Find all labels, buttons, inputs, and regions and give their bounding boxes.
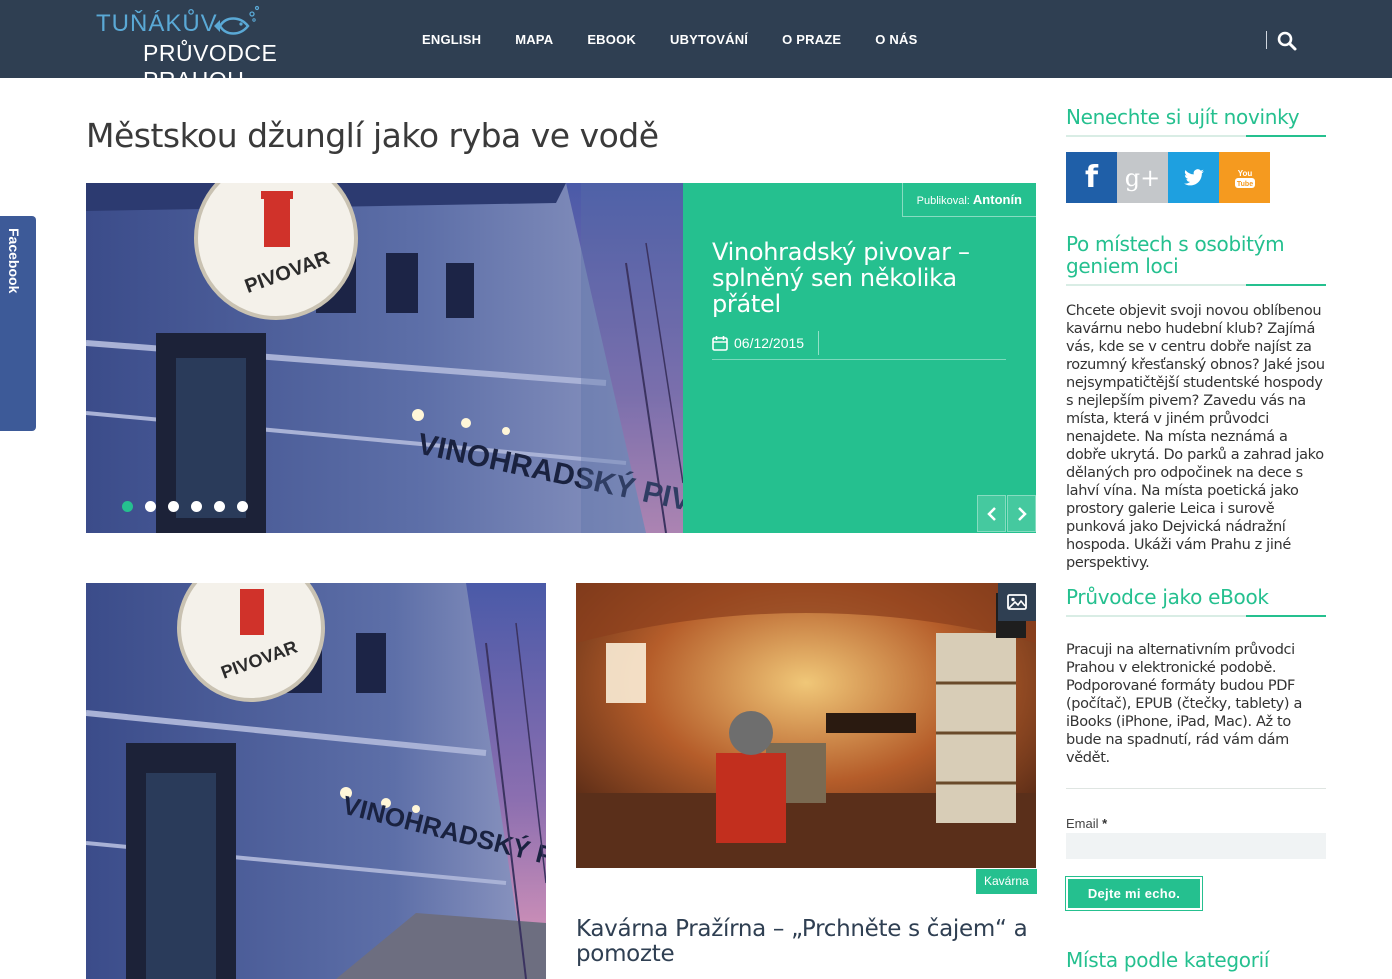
sidebar-divider bbox=[1066, 788, 1326, 789]
facebook-side-tab[interactable]: Facebook bbox=[0, 216, 36, 431]
calendar-icon bbox=[712, 336, 728, 351]
slide-divider bbox=[712, 359, 1006, 360]
nav-item-ubytovani[interactable]: UBYTOVÁNÍ bbox=[670, 28, 748, 52]
search-button[interactable] bbox=[1276, 30, 1298, 52]
slider-dot-2[interactable] bbox=[145, 501, 156, 512]
post-card-prazirna[interactable] bbox=[576, 583, 1036, 868]
nav-item-o-praze[interactable]: O PRAZE bbox=[782, 28, 841, 52]
youtube-icon-text-bottom: Tube bbox=[1236, 181, 1252, 188]
required-mark: * bbox=[1102, 816, 1108, 831]
sidebar-heading-news: Nenechte si ujít novinky bbox=[1066, 105, 1300, 129]
slider-next-button[interactable] bbox=[1007, 495, 1036, 532]
sidebar-heading-underline bbox=[1066, 615, 1326, 617]
slider-dot-6[interactable] bbox=[237, 501, 248, 512]
slide-caption-panel: Publikoval: Antonín Vinohradský pivovar … bbox=[683, 183, 1036, 533]
sidebar-heading-genius-loci: Po místech s osobitým geniem loci bbox=[1066, 232, 1285, 278]
slider-dots bbox=[122, 501, 260, 512]
youtube-icon-text-top: You bbox=[1237, 169, 1252, 178]
chevron-left-icon bbox=[986, 506, 996, 521]
sidebar-heading-underline bbox=[1066, 135, 1326, 137]
logo-text-bottom: PRŮVODCE PRAHOU bbox=[143, 40, 278, 93]
twitter-icon bbox=[1183, 168, 1204, 185]
chevron-right-icon bbox=[1017, 506, 1027, 521]
google-plus-icon: g+ bbox=[1124, 163, 1161, 192]
slide-date-text: 06/12/2015 bbox=[734, 335, 805, 351]
image-icon bbox=[1007, 594, 1027, 610]
youtube-button[interactable]: You Tube bbox=[1219, 152, 1270, 203]
facebook-icon: f bbox=[1084, 160, 1099, 195]
subscribe-button[interactable]: Dejte mi echo. bbox=[1066, 877, 1202, 910]
nav-item-ebook[interactable]: EBOOK bbox=[587, 28, 636, 52]
slider-dot-4[interactable] bbox=[191, 501, 202, 512]
post-card-pivovar[interactable]: PIVOVAR VINOHRADSKÝ PIVOVAR bbox=[86, 583, 546, 979]
social-links: f g+ You Tube bbox=[1066, 152, 1270, 203]
logo-text-top: TUŇÁKŮV bbox=[96, 10, 218, 37]
slider-prev-button[interactable] bbox=[977, 495, 1006, 532]
slide-title[interactable]: Vinohradský pivovar – splněný sen několi… bbox=[712, 239, 1012, 317]
sidebar-text-ebook: Pracuji na alternativním průvodci Prahou… bbox=[1066, 642, 1303, 766]
page-title: Městskou džunglí jako ryba ve vodě bbox=[86, 116, 659, 155]
site-header: TUŇÁKŮV PRŮVODCE PRAHOU ENGLISH MAPA EBO… bbox=[0, 0, 1392, 93]
slider-dot-5[interactable] bbox=[214, 501, 225, 512]
email-label: Email * bbox=[1066, 816, 1107, 831]
sidebar-text-genius-loci: Chcete objevit svoji novou oblíbenou kav… bbox=[1066, 303, 1325, 571]
author-label: Publikoval: bbox=[916, 195, 970, 207]
featured-slider: PIVOVAR VINOHRADSKÝ PIVOVAR Publikoval: … bbox=[86, 183, 1036, 533]
main-nav: ENGLISH MAPA EBOOK UBYTOVÁNÍ O PRAZE O N… bbox=[405, 28, 951, 52]
youtube-icon: You Tube bbox=[1234, 169, 1255, 188]
sidebar-heading-categories: Místa podle kategorií bbox=[1066, 948, 1270, 972]
nav-separator bbox=[1266, 31, 1267, 49]
sidebar-heading-ebook: Průvodce jako eBook bbox=[1066, 585, 1269, 609]
post-image-pivovar: PIVOVAR VINOHRADSKÝ PIVOVAR bbox=[86, 583, 546, 979]
post-title-prazirna[interactable]: Kavárna Pražírna – „Prchněte s čajem“ a … bbox=[576, 917, 1036, 967]
sidebar-heading-underline bbox=[1066, 284, 1326, 286]
slider-dot-3[interactable] bbox=[168, 501, 179, 512]
twitter-button[interactable] bbox=[1168, 152, 1219, 203]
facebook-button[interactable]: f bbox=[1066, 152, 1117, 203]
slide-image[interactable]: PIVOVAR VINOHRADSKÝ PIVOVAR bbox=[86, 183, 683, 533]
search-icon bbox=[1277, 31, 1297, 51]
nav-item-o-nas[interactable]: O NÁS bbox=[875, 28, 917, 52]
category-badge[interactable]: Kavárna bbox=[976, 869, 1037, 894]
slider-dot-1[interactable] bbox=[122, 501, 133, 512]
author-box: Publikoval: Antonín bbox=[901, 183, 1036, 217]
slide-date: 06/12/2015 bbox=[712, 331, 820, 355]
google-plus-button[interactable]: g+ bbox=[1117, 152, 1168, 203]
site-logo[interactable]: TUŇÁKŮV PRŮVODCE PRAHOU bbox=[94, 4, 384, 93]
nav-item-english[interactable]: ENGLISH bbox=[422, 28, 481, 52]
nav-item-mapa[interactable]: MAPA bbox=[515, 28, 553, 52]
email-label-text: Email bbox=[1066, 816, 1099, 831]
post-image-prazirna bbox=[576, 583, 1036, 868]
email-input[interactable] bbox=[1066, 833, 1326, 859]
author-name[interactable]: Antonín bbox=[973, 192, 1022, 207]
facebook-tab-label: Facebook bbox=[6, 228, 22, 294]
post-format-badge bbox=[998, 583, 1036, 621]
fish-logo-icon bbox=[214, 5, 260, 35]
